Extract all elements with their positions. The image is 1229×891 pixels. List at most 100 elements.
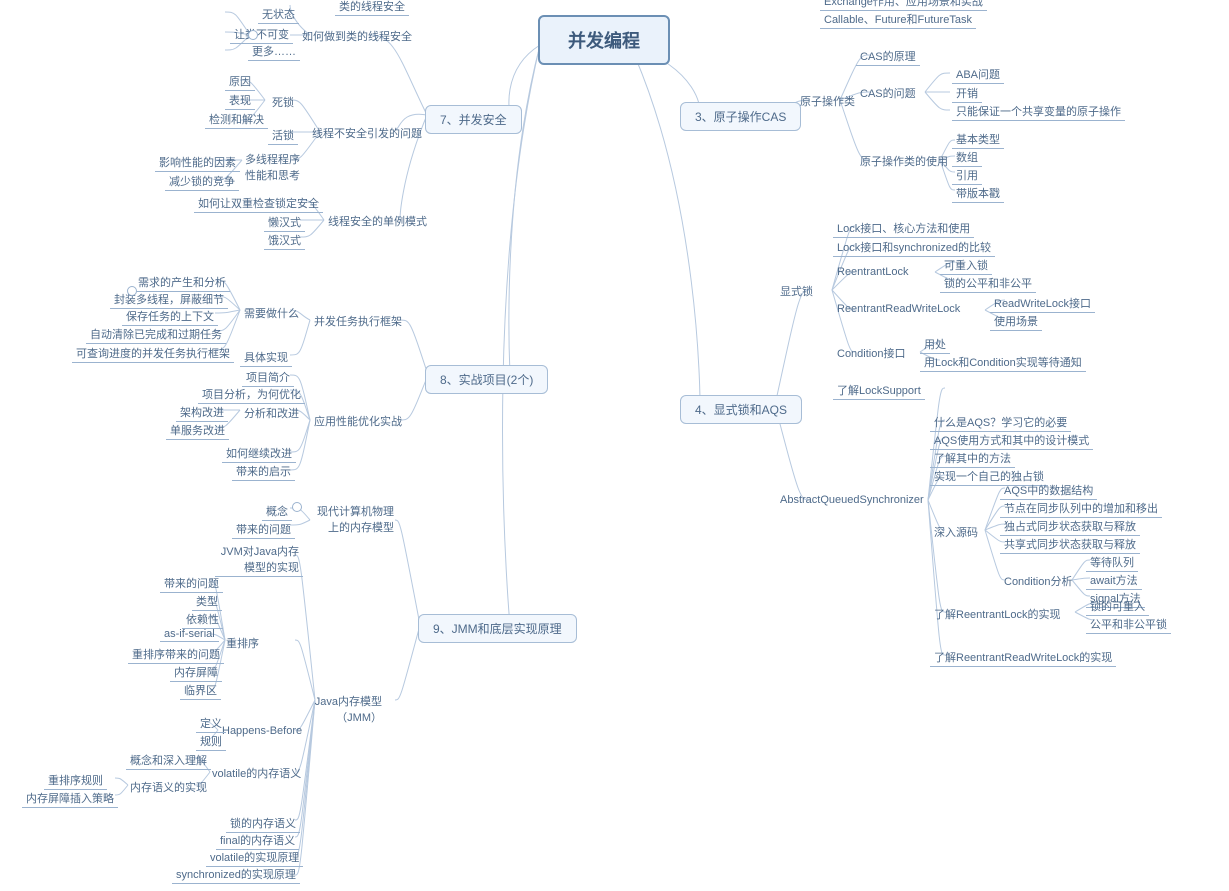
leaf-auto-clean: 自动清除已完成和过期任务: [86, 325, 226, 344]
leaf-issue: 带来的问题: [232, 520, 295, 539]
leaf-behavior: 表现: [225, 91, 255, 110]
branch-atomic-class: 原子操作类: [796, 92, 859, 110]
leaf-reentrant: 可重入锁: [940, 256, 992, 275]
leaf-wait-queue: 等待队列: [1086, 553, 1138, 572]
leaf-lock-reenter: 锁的可重入: [1086, 597, 1149, 616]
leaf-aqs-shared: 共享式同步状态获取与释放: [1000, 535, 1140, 554]
sub-8[interactable]: 8、实战项目(2个): [425, 365, 548, 394]
leaf-perf-factors: 影响性能的因素: [155, 153, 240, 172]
branch-mem-impl: 内存语义的实现: [126, 778, 211, 796]
branch-reentrantlock: ReentrantLock: [833, 265, 913, 279]
branch-atomic-usage: 原子操作类的使用: [856, 152, 952, 170]
expand-dot-icon[interactable]: [248, 30, 258, 40]
branch-aqs: AbstractQueuedSynchronizer: [776, 493, 928, 507]
root-node[interactable]: 并发编程: [538, 15, 670, 65]
leaf-overhead: 开销: [952, 84, 982, 103]
leaf-rw-usage: 使用场景: [990, 312, 1042, 331]
leaf-aqs-ds: AQS中的数据结构: [1000, 481, 1097, 500]
leaf-fair-unfair: 锁的公平和非公平: [940, 274, 1036, 293]
leaf-continue: 如何继续改进: [222, 444, 296, 463]
leaf-vol-concept: 概念和深入理解: [126, 751, 211, 770]
branch-singleton: 线程安全的单例模式: [324, 212, 431, 230]
leaf-svc: 单服务改进: [166, 421, 229, 440]
branch-cond-analysis: Condition分析: [1000, 572, 1076, 590]
leaf-single-var: 只能保证一个共享变量的原子操作: [952, 102, 1125, 121]
expand-dot-icon[interactable]: [127, 286, 137, 296]
branch-perf-opt: 应用性能优化实战: [310, 412, 406, 430]
branch-deep-source: 深入源码: [930, 523, 982, 541]
leaf-ro-type: 类型: [192, 592, 222, 611]
leaf-locksupport: 了解LockSupport: [833, 381, 925, 400]
leaf-cas-principle: CAS的原理: [856, 47, 920, 66]
leaf-eager: 饿汉式: [264, 231, 305, 250]
leaf-concept: 概念: [262, 502, 292, 521]
branch-reorder: 重排序: [222, 634, 263, 652]
leaf-rrwl-impl: 了解ReentrantReadWriteLock的实现: [930, 648, 1116, 667]
leaf-concrete: 具体实现: [240, 348, 292, 367]
leaf-hb-def: 定义: [196, 714, 226, 733]
branch-explicit-lock: 显式锁: [776, 282, 817, 300]
leaf-lesson: 带来的启示: [232, 462, 295, 481]
leaf-hb-rule: 规则: [196, 732, 226, 751]
leaf-critical: 临界区: [180, 681, 221, 700]
branch-perf: 多线程程序性能和思考: [240, 150, 304, 184]
leaf-more: 更多……: [248, 42, 300, 61]
leaf-reason: 原因: [225, 72, 255, 91]
leaf-reduce-contention: 减少锁的竞争: [165, 172, 239, 191]
leaf-class-safe: 类的线程安全: [335, 0, 409, 16]
leaf-versioned: 带版本戳: [952, 184, 1004, 203]
leaf-ref: 引用: [952, 166, 982, 185]
leaf-dcl: 如何让双重检查锁定安全: [194, 194, 323, 213]
leaf-barrier: 内存屏障: [170, 663, 222, 682]
branch-condition: Condition接口: [833, 344, 909, 362]
leaf-rw-interface: ReadWriteLock接口: [990, 294, 1095, 313]
leaf-detect: 检测和解决: [205, 110, 268, 129]
leaf-lock-api: Lock接口、核心方法和使用: [833, 219, 974, 238]
branch-need-what: 需要做什么: [240, 304, 303, 322]
expand-dot-icon[interactable]: [292, 502, 302, 512]
leaf-why: 项目分析，为何优化: [198, 385, 305, 404]
leaf-array: 数组: [952, 148, 982, 167]
leaf-fair-lock: 公平和非公平锁: [1086, 615, 1171, 634]
leaf-await: await方法: [1086, 571, 1142, 590]
leaf-lock-vs-sync: Lock接口和synchronized的比较: [833, 238, 995, 257]
sub-3[interactable]: 3、原子操作CAS: [680, 102, 801, 131]
leaf-ro-issue2: 重排序带来的问题: [128, 645, 224, 664]
leaf-ro-issue: 带来的问题: [160, 574, 223, 593]
leaf-condition-use: 用处: [920, 335, 950, 354]
leaf-ro-rule: 重排序规则: [44, 771, 107, 790]
branch-unsafe-issues: 线程不安全引发的问题: [308, 124, 426, 142]
leaf-aqs-methods: 了解其中的方法: [930, 449, 1015, 468]
branch-jmm: Java内存模型（JMM）: [308, 692, 386, 726]
branch-phys-mem: 现代计算机物理上的内存模型: [308, 502, 398, 536]
leaf-ctx: 保存任务的上下文: [122, 307, 218, 326]
leaf-lazy: 懒汉式: [264, 213, 305, 232]
leaf-sync-impl: synchronized的实现原理: [172, 865, 300, 884]
branch-cas-problem: CAS的问题: [856, 84, 920, 102]
leaf-progress: 可查询进度的并发任务执行框架: [72, 344, 234, 363]
branch-rl-impl: 了解ReentrantLock的实现: [930, 605, 1065, 623]
leaf-livelock: 活锁: [268, 126, 298, 145]
leaf-aqs-queue: 节点在同步队列中的增加和移出: [1000, 499, 1162, 518]
branch-rwlock: ReentrantReadWriteLock: [833, 302, 964, 316]
sub-4[interactable]: 4、显式锁和AQS: [680, 395, 802, 424]
branch-analyze: 分析和改进: [240, 404, 303, 422]
leaf-callable: Callable、Future和FutureTask: [820, 10, 976, 29]
branch-task-framework: 并发任务执行框架: [310, 312, 406, 330]
branch-how-safe: 如何做到类的线程安全: [298, 27, 416, 45]
leaf-what-aqs: 什么是AQS？学习它的必要: [930, 413, 1071, 432]
leaf-jvm-impl: JVM对Java内存模型的实现: [215, 542, 303, 577]
leaf-aba: ABA问题: [952, 65, 1004, 84]
sub-9[interactable]: 9、JMM和底层实现原理: [418, 614, 577, 643]
branch-volatile: volatile的内存语义: [208, 764, 305, 782]
leaf-condition-wait: 用Lock和Condition实现等待通知: [920, 353, 1086, 372]
leaf-barrier-ins: 内存屏障插入策略: [22, 789, 118, 808]
branch-hb: Happens-Before: [218, 724, 306, 738]
leaf-basic-type: 基本类型: [952, 130, 1004, 149]
sub-7[interactable]: 7、并发安全: [425, 105, 522, 134]
leaf-arch: 架构改进: [176, 403, 228, 422]
leaf-stateless: 无状态: [258, 5, 299, 24]
leaf-aqs-pattern: AQS使用方式和其中的设计模式: [930, 431, 1093, 450]
leaf-asif: as-if-serial: [160, 627, 219, 642]
leaf-aqs-excl: 独占式同步状态获取与释放: [1000, 517, 1140, 536]
